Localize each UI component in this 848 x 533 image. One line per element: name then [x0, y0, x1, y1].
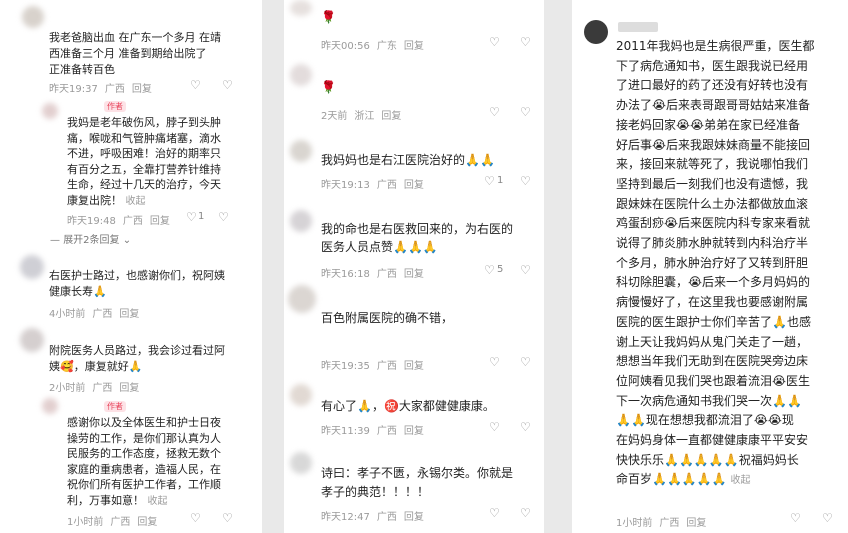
reply-button[interactable]: 回复 [137, 517, 157, 528]
avatar[interactable] [290, 384, 312, 406]
heart-icon[interactable]: ♡ [489, 35, 500, 49]
reply-button[interactable]: 回复 [119, 383, 139, 394]
avatar[interactable] [288, 285, 316, 313]
dislike-icon[interactable]: ♡ [520, 105, 531, 119]
comment-panel-right: 2011年我妈也是生病很严重，医生都 下了病危通知书，医生跟我说已经用 了进口最… [572, 0, 848, 533]
author-badge: 作者 [104, 101, 126, 112]
avatar[interactable] [290, 140, 312, 162]
comment-text: 2011年我妈也是生病很严重，医生都 下了病危通知书，医生跟我说已经用 了进口最… [616, 39, 815, 487]
comment-meta: 昨天12:47 广西 回复 [321, 512, 424, 523]
heart-icon[interactable]: ♡ [489, 105, 500, 119]
heart-icon[interactable]: ♡ [489, 420, 500, 434]
comment-panel-middle: 🌹 昨天00:56 广东 回复 ♡ ♡ 🌹 2天前 浙江 回复 ♡ ♡ 我妈妈也是右江医… [284, 0, 544, 533]
comment-meta: 昨天16:18 广西 回复 [321, 269, 424, 280]
reply-button[interactable]: 回复 [150, 216, 170, 227]
avatar[interactable] [290, 0, 312, 16]
comment-meta: 昨天19:37 广西 回复 [49, 84, 152, 95]
comment-text: 诗曰：孝子不匮，永锡尔类。你就是 孝子的典范！！！！ [321, 466, 514, 499]
comment-text: 我妈是老年破伤风，脖子到头肿 痛，喉咙和气管肿痛堵塞，滴水 不进，呼吸困难！治好… [67, 116, 221, 207]
heart-icon[interactable]: ♡ [186, 210, 197, 224]
like-count: 1 [198, 211, 205, 222]
reply-button[interactable]: 回复 [119, 309, 139, 320]
reply-button[interactable]: 回复 [132, 84, 152, 95]
dislike-icon[interactable]: ♡ [520, 355, 531, 369]
dislike-icon[interactable]: ♡ [218, 210, 229, 224]
comment-text: 我的命也是右医救回来的，为右医的 医务人员点赞🙏🙏🙏 [321, 222, 514, 254]
dislike-icon[interactable]: ♡ [222, 511, 233, 525]
reply-button[interactable]: 回复 [381, 111, 401, 122]
reply-button[interactable]: 回复 [404, 361, 424, 372]
reply-button[interactable]: 回复 [404, 180, 424, 191]
comment-text: 🌹 [321, 80, 336, 94]
comment-meta: 1小时前 广西 回复 [616, 518, 707, 529]
heart-icon[interactable]: ♡ [790, 511, 801, 525]
comment-text: 有心了🙏，㊗️大家都健健康康。 [321, 399, 495, 413]
avatar[interactable] [20, 255, 44, 279]
comment-meta: 4小时前 广西 回复 [49, 309, 140, 320]
dislike-icon[interactable]: ♡ [520, 420, 531, 434]
heart-icon[interactable]: ♡ [190, 511, 201, 525]
comment-text: 右医护士路过，也感谢你们，祝阿姨 健康长寿🙏 [49, 269, 225, 298]
avatar[interactable] [584, 20, 608, 44]
collapse-button[interactable]: 收起 [731, 475, 751, 486]
reply-button[interactable]: 回复 [404, 426, 424, 437]
reply-button[interactable]: 回复 [404, 269, 424, 280]
avatar[interactable] [42, 103, 58, 119]
expand-replies-button[interactable]: — 展开2条回复 ⌄ [50, 231, 131, 246]
dislike-icon[interactable]: ♡ [822, 511, 833, 525]
heart-icon[interactable]: ♡ [484, 174, 495, 188]
username[interactable] [618, 22, 658, 32]
comment-meta: 昨天11:39 广西 回复 [321, 426, 424, 437]
dislike-icon[interactable]: ♡ [520, 35, 531, 49]
dislike-icon[interactable]: ♡ [222, 78, 233, 92]
comment-meta: 2小时前 广西 回复 [49, 383, 140, 394]
heart-icon[interactable]: ♡ [484, 263, 495, 277]
avatar[interactable] [42, 398, 58, 414]
avatar[interactable] [290, 210, 312, 232]
dislike-icon[interactable]: ♡ [520, 174, 531, 188]
comment-meta: 昨天19:48 广西 回复 [67, 216, 170, 227]
heart-icon[interactable]: ♡ [489, 506, 500, 520]
author-badge: 作者 [104, 401, 126, 412]
comment-text: 🌹 [321, 10, 336, 24]
comment-meta: 昨天19:13 广西 回复 [321, 180, 424, 191]
reply-button[interactable]: 回复 [404, 512, 424, 523]
avatar[interactable] [20, 328, 44, 352]
dislike-icon[interactable]: ♡ [520, 506, 531, 520]
heart-icon[interactable]: ♡ [190, 78, 201, 92]
comment-text: 感谢你以及全体医生和护士日夜 操劳的工作，是你们那认真为人 民服务的工作态度，拯… [67, 416, 221, 507]
reply-button[interactable]: 回复 [404, 41, 424, 52]
avatar[interactable] [290, 64, 312, 86]
comment-meta: 2天前 浙江 回复 [321, 111, 402, 122]
like-count: 1 [497, 175, 504, 186]
comment-text: 我妈妈也是右江医院治好的🙏🙏 [321, 153, 495, 167]
heart-icon[interactable]: ♡ [489, 355, 500, 369]
avatar[interactable] [290, 452, 312, 474]
comment-text: 百色附属医院的确不错， [321, 311, 454, 325]
comment-meta: 1小时前 广西 回复 [67, 517, 158, 528]
comment-meta: 昨天19:35 广西 回复 [321, 361, 424, 372]
dislike-icon[interactable]: ♡ [520, 263, 531, 277]
comment-text: 我老爸脑出血 在广东一个多月 在靖 西准备三个月 准备到期给出院了 正准备转百色 [49, 31, 221, 76]
like-count: 5 [497, 264, 504, 275]
comment-text: 附院医务人员路过，我会诊过看过阿 姨🥰，康复就好🙏 [49, 344, 225, 373]
reply-button[interactable]: 回复 [686, 518, 706, 529]
comment-meta: 昨天00:56 广东 回复 [321, 41, 424, 52]
comment-panel-left: 我老爸脑出血 在广东一个多月 在靖 西准备三个月 准备到期给出院了 正准备转百色… [0, 0, 262, 533]
collapse-button[interactable]: 收起 [126, 196, 146, 207]
avatar[interactable] [22, 6, 44, 28]
collapse-button[interactable]: 收起 [148, 496, 168, 507]
